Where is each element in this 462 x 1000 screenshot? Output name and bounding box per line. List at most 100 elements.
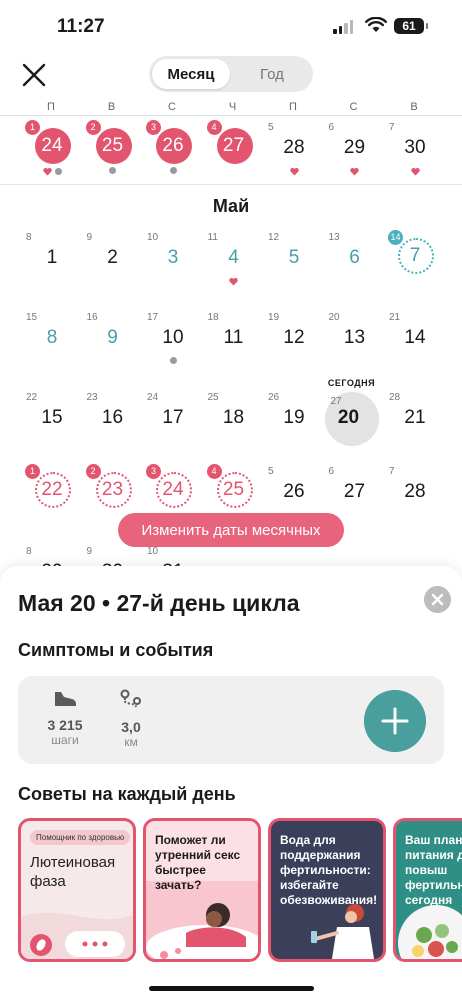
change-period-dates-button[interactable]: Изменить даты месячных <box>118 513 344 547</box>
calendar-day-cell[interactable]: 12 5 <box>264 228 324 288</box>
tip-title: Вода для поддержания фертильности: избег… <box>280 833 378 907</box>
calendar-day-cell[interactable]: 21 14 <box>385 308 445 368</box>
calendar-day-cell[interactable]: 24 17 <box>143 388 203 448</box>
date-number: 27 <box>343 481 366 502</box>
calendar-day-cell[interactable]: 1 22 <box>22 462 82 522</box>
calendar-day-cell[interactable]: 18 11 <box>204 308 264 368</box>
tip-card-nutrition[interactable]: Ваш план питания для повыш фертильно на … <box>393 818 462 962</box>
sheet-title: Мая 20 • 27-й день цикла <box>18 590 300 616</box>
date-number: 27 <box>222 135 245 156</box>
event-dot-icon <box>109 167 116 174</box>
date-number: 30 <box>404 137 426 158</box>
date-number: 2 <box>107 247 118 268</box>
day-markers <box>204 277 264 286</box>
calendar-day-cell[interactable]: 28 21 <box>385 388 445 448</box>
cycle-day-number: 14 <box>387 229 404 246</box>
add-symptom-button[interactable] <box>364 690 426 752</box>
tip-title: Лютеиновая фаза <box>30 854 116 890</box>
date-number: 23 <box>101 479 124 500</box>
date-number: 28 <box>283 137 305 158</box>
calendar-day-cell[interactable]: 5 28 <box>264 118 324 178</box>
tip-title: Поможет ли утренний секс быстрее зачать? <box>155 833 241 892</box>
calendar-day-cell[interactable]: 7 30 <box>385 118 445 178</box>
date-number: 26 <box>162 135 184 156</box>
event-dot-icon <box>169 167 177 174</box>
tab-year[interactable]: Год <box>233 59 311 89</box>
cycle-day-number: 25 <box>207 392 219 403</box>
calendar-day-cell[interactable]: 13 6 <box>325 228 385 288</box>
weekday-label: П <box>289 101 297 113</box>
calendar-day-cell[interactable]: 17 10 <box>143 308 203 368</box>
weekday-label: В <box>410 101 418 113</box>
calendar-day-cell[interactable]: СЕГОДНЯ 27 20 <box>324 378 385 448</box>
calendar-day-cell[interactable]: 1 24 <box>22 118 82 178</box>
cycle-day-number: 10 <box>147 546 159 557</box>
tip-card-water[interactable]: Вода для поддержания фертильности: избег… <box>268 818 386 962</box>
date-number: 26 <box>283 481 305 502</box>
close-icon[interactable] <box>20 61 48 89</box>
tab-month[interactable]: Месяц <box>152 59 230 89</box>
calendar-day-cell[interactable]: 19 12 <box>264 308 324 368</box>
calendar-day-cell[interactable]: 6 27 <box>325 462 385 522</box>
cycle-day-number: 15 <box>26 312 38 323</box>
symptoms-card: 3 215 шаги 3,0 км <box>18 676 444 764</box>
date-number: 20 <box>337 407 360 428</box>
calendar-day-cell[interactable]: 81 <box>22 228 82 288</box>
weekday-label: Ч <box>228 101 237 113</box>
tip-card-morning[interactable]: Поможет ли утренний секс быстрее зачать? <box>143 818 261 962</box>
cycle-day-number: 4 <box>205 119 223 136</box>
calendar-day-cell[interactable]: 6 29 <box>325 118 385 178</box>
day-markers <box>83 167 143 174</box>
date-number: 13 <box>343 327 366 348</box>
calendar-day-cell[interactable]: 14 7 <box>385 228 445 288</box>
calendar-day-cell[interactable]: 23 16 <box>83 388 143 448</box>
date-number: 15 <box>41 407 63 428</box>
date-number: 9 <box>107 327 118 348</box>
heart-icon <box>289 167 299 176</box>
calendar-day-cell[interactable]: 26 19 <box>264 388 324 448</box>
cycle-day-number: 24 <box>147 392 159 403</box>
wifi-icon <box>365 17 387 32</box>
cycle-day-number: 27 <box>330 396 342 407</box>
calendar-day-cell[interactable]: 2 25 <box>83 118 143 178</box>
calendar-day-cell[interactable]: 3 26 <box>143 118 203 178</box>
date-number: 25 <box>222 479 245 500</box>
home-indicator <box>149 986 314 991</box>
calendar-day-cell[interactable]: 7 28 <box>385 462 445 522</box>
date-number: 19 <box>283 407 305 428</box>
cycle-day-number: 16 <box>86 312 98 323</box>
cycle-day-number: 2 <box>84 119 102 136</box>
date-number: 17 <box>162 407 184 428</box>
calendar-day-cell[interactable]: 11 4 <box>204 228 264 288</box>
date-number: 14 <box>404 327 426 348</box>
cycle-day-number: 8 <box>26 546 32 557</box>
tip-card-luteal[interactable]: Помощник по здоровью Лютеиновая фаза <box>18 818 136 962</box>
event-dot-icon <box>169 357 177 364</box>
calendar-day-cell[interactable]: 4 27 <box>204 118 264 178</box>
calendar-day-cell[interactable]: 10 3 <box>143 228 203 288</box>
day-markers <box>325 167 385 176</box>
day-markers <box>385 167 445 176</box>
date-number: 18 <box>222 407 245 428</box>
heart-icon <box>410 167 420 176</box>
date-number: 25 <box>101 135 124 156</box>
distance-stat: 3,0 км <box>101 688 161 749</box>
heart-icon <box>350 167 359 176</box>
date-number: 16 <box>101 407 124 428</box>
close-sheet-icon[interactable] <box>424 586 451 613</box>
distance-value: 3,0 <box>121 719 141 735</box>
calendar-day-cell[interactable]: 92 <box>83 228 143 288</box>
calendar-day-cell[interactable]: 16 9 <box>83 308 143 368</box>
calendar-day-cell[interactable]: 25 18 <box>204 388 264 448</box>
cycle-day-number: 6 <box>328 122 335 133</box>
cycle-day-number: 5 <box>268 122 274 133</box>
month-title: Май <box>212 196 250 216</box>
calendar-day-cell[interactable]: 15 8 <box>22 308 82 368</box>
calendar-day-cell[interactable]: 20 13 <box>325 308 385 368</box>
date-number: 29 <box>343 137 366 158</box>
distance-unit: км <box>124 735 138 749</box>
salad-bowl-illustration-icon <box>398 905 462 959</box>
date-number: 10 <box>162 327 184 348</box>
sleeping-woman-illustration-icon <box>146 903 258 959</box>
calendar-day-cell[interactable]: 22 15 <box>22 388 82 448</box>
